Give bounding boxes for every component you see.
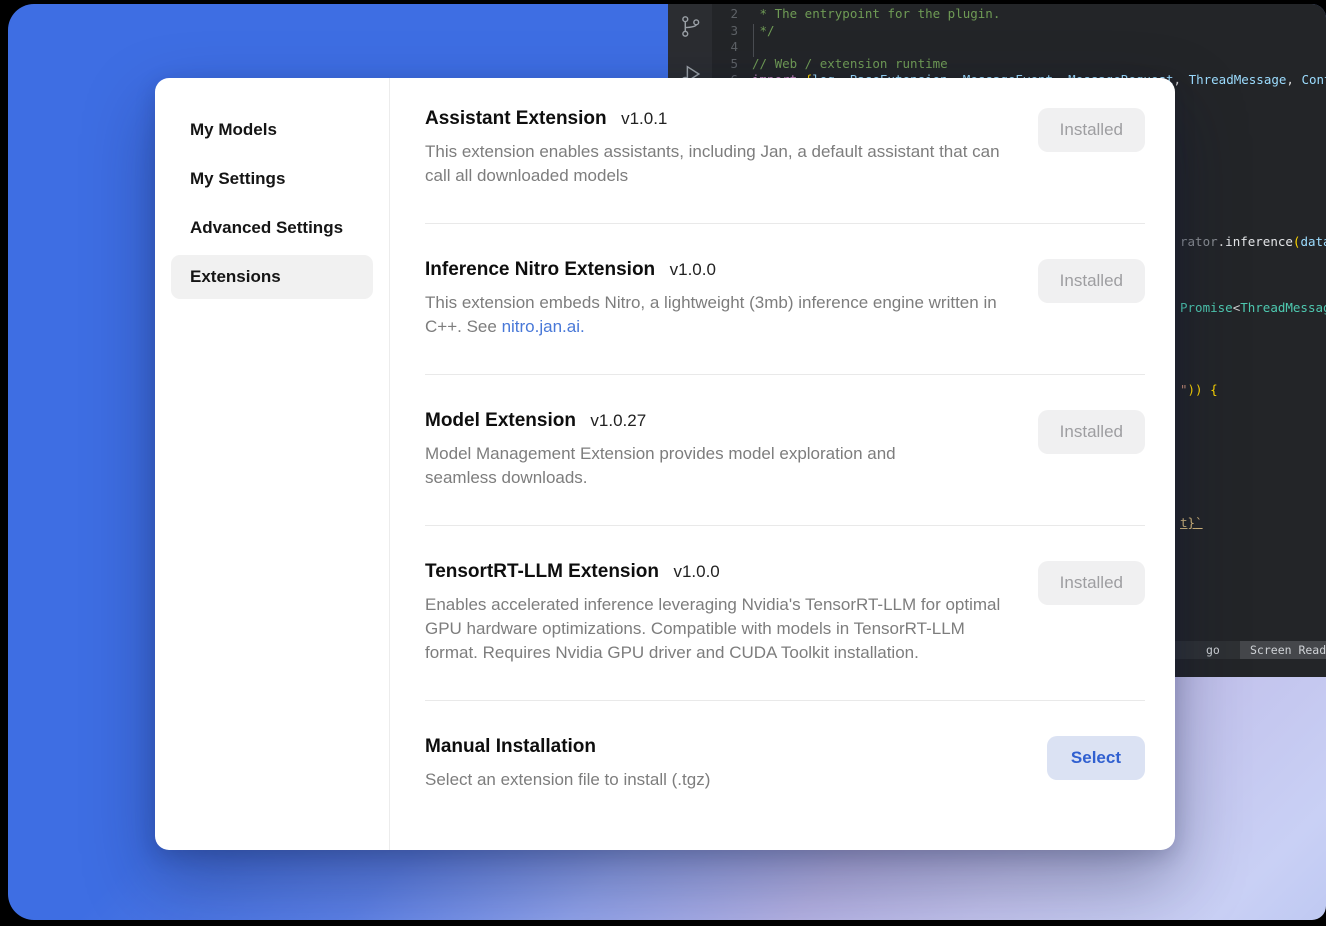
- code-line: 4: [712, 39, 1326, 56]
- installed-button[interactable]: Installed: [1038, 108, 1145, 152]
- installed-button[interactable]: Installed: [1038, 410, 1145, 454]
- code-fragment: rator.inference(data));: [1180, 234, 1326, 249]
- extension-description: This extension enables assistants, inclu…: [425, 140, 1010, 188]
- extension-version: v1.0.1: [621, 109, 667, 128]
- extension-name: Inference Nitro Extension: [425, 259, 655, 280]
- extension-row-model: Model Extension v1.0.27 Model Management…: [425, 375, 1145, 526]
- installed-button[interactable]: Installed: [1038, 561, 1145, 605]
- sidebar-item-advanced-settings[interactable]: Advanced Settings: [171, 206, 373, 250]
- select-button[interactable]: Select: [1047, 736, 1145, 780]
- extension-description: Select an extension file to install (.tg…: [425, 768, 710, 792]
- nitro-jan-ai-link[interactable]: nitro.jan.ai.: [502, 317, 585, 336]
- code-lines: 2 * The entrypoint for the plugin.3 */45…: [712, 6, 1326, 89]
- code-fragment: t}`: [1180, 515, 1203, 530]
- extension-row-tensorrt-llm: TensortRT-LLM Extension v1.0.0 Enables a…: [425, 526, 1145, 701]
- extension-row-assistant: Assistant Extension v1.0.1 This extensio…: [425, 78, 1145, 224]
- status-left-text[interactable]: go: [1206, 641, 1220, 659]
- extension-name: Assistant Extension: [425, 108, 607, 129]
- sidebar-item-my-models[interactable]: My Models: [171, 108, 373, 152]
- code-line: 2 * The entrypoint for the plugin.: [712, 6, 1326, 23]
- settings-nav: My Models My Settings Advanced Settings …: [155, 78, 390, 850]
- manual-installation-row: Manual Installation Select an extension …: [425, 701, 1145, 827]
- code-line: 3 */: [712, 23, 1326, 40]
- extensions-list: Assistant Extension v1.0.1 This extensio…: [390, 78, 1175, 850]
- desktop-background: 2 * The entrypoint for the plugin.3 */45…: [8, 4, 1326, 920]
- extension-name: Manual Installation: [425, 736, 596, 757]
- extension-name: TensortRT-LLM Extension: [425, 561, 659, 582]
- extension-version: v1.0.0: [670, 260, 716, 279]
- indent-guide: [753, 24, 754, 57]
- screen-reader-chip[interactable]: Screen Reader Optimized: [1240, 641, 1326, 659]
- settings-modal: My Models My Settings Advanced Settings …: [155, 78, 1175, 850]
- sidebar-item-extensions[interactable]: Extensions: [171, 255, 373, 299]
- extension-description: Model Management Extension provides mode…: [425, 442, 970, 490]
- extension-name: Model Extension: [425, 410, 576, 431]
- extension-version: v1.0.27: [590, 411, 646, 430]
- source-control-icon[interactable]: [678, 14, 703, 44]
- installed-button[interactable]: Installed: [1038, 259, 1145, 303]
- code-fragment: ")) {: [1180, 382, 1218, 397]
- code-fragment: Promise<ThreadMessage>: [1180, 300, 1326, 315]
- extension-row-inference-nitro: Inference Nitro Extension v1.0.0 This ex…: [425, 224, 1145, 375]
- extension-version: v1.0.0: [673, 562, 719, 581]
- extension-description: This extension embeds Nitro, a lightweig…: [425, 291, 1010, 339]
- extension-description: Enables accelerated inference leveraging…: [425, 593, 1010, 665]
- sidebar-item-my-settings[interactable]: My Settings: [171, 157, 373, 201]
- code-line: 5// Web / extension runtime: [712, 56, 1326, 73]
